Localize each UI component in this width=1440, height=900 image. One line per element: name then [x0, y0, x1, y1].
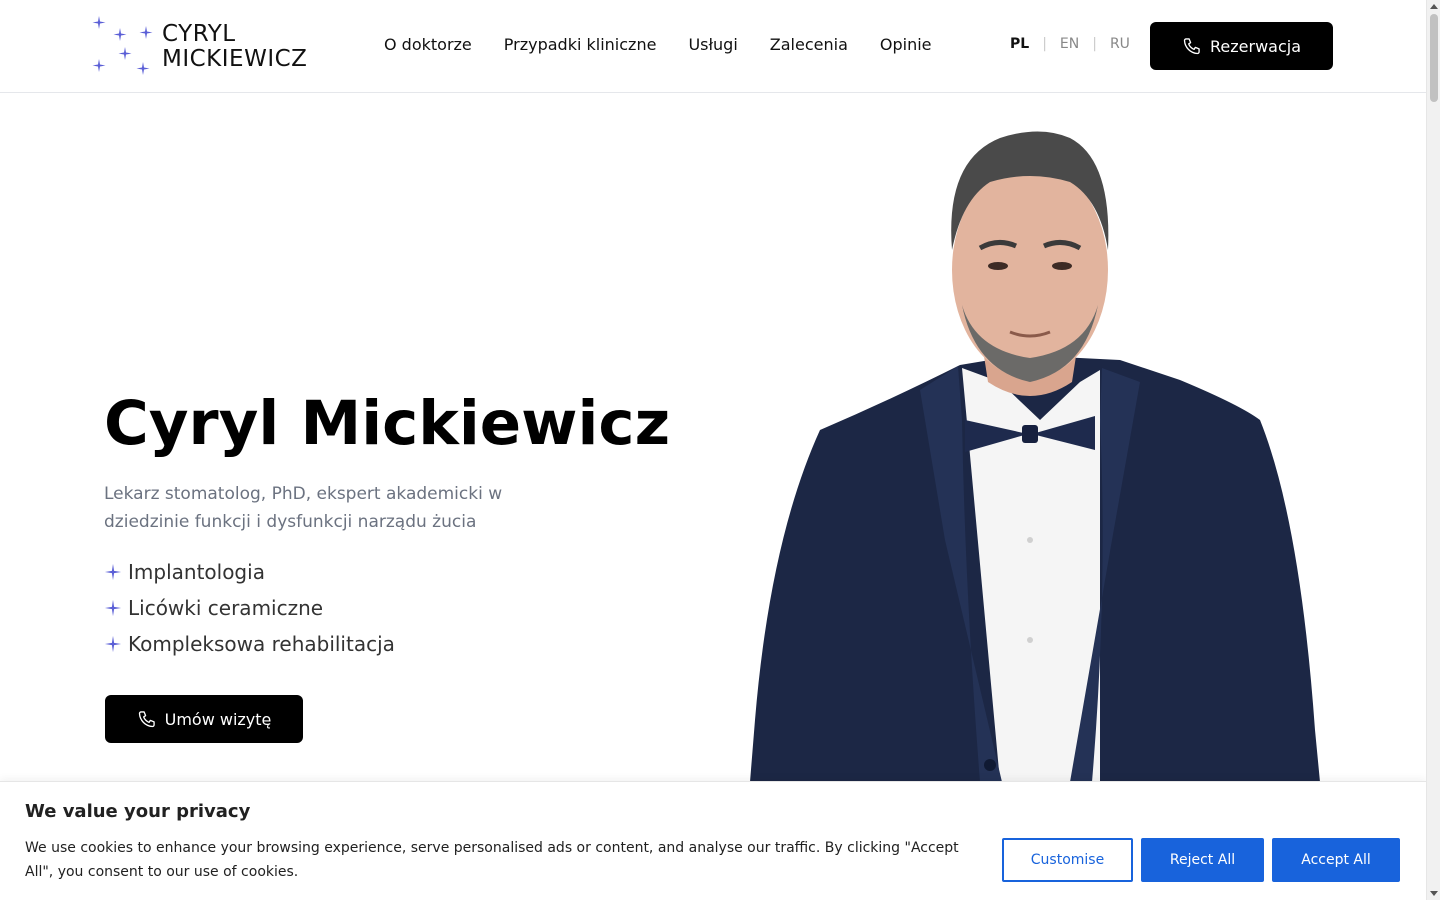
doctor-portrait	[750, 131, 1320, 782]
logo-line-2: MICKIEWICZ	[162, 46, 308, 72]
site-header: CYRYL MICKIEWICZ O doktorze Przypadki kl…	[0, 0, 1426, 93]
hero-subtitle: Lekarz stomatolog, PhD, ekspert akademic…	[104, 484, 503, 532]
nav-link-przypadki-kliniczne[interactable]: Przypadki kliniczne	[504, 34, 657, 56]
lang-pl[interactable]: PL	[1010, 36, 1029, 52]
nav-link-opinie[interactable]: Opinie	[880, 34, 932, 56]
right-eye	[1052, 262, 1072, 270]
sparkle-stars-icon	[92, 16, 153, 75]
logo-line-1: CYRYL	[162, 21, 236, 47]
jacket-button	[984, 759, 996, 771]
feature-label: Licówki ceramiczne	[128, 596, 324, 620]
cookie-title: We value your privacy	[25, 801, 251, 822]
bow-tie-knot	[1022, 425, 1038, 443]
book-visit-button[interactable]: Umów wizytę	[105, 695, 303, 743]
accept-all-button[interactable]: Accept All	[1272, 838, 1400, 882]
book-visit-label: Umów wizytę	[164, 709, 272, 729]
shirt-button	[1027, 537, 1033, 543]
list-item: Licówki ceramiczne	[104, 590, 395, 626]
feature-label: Implantologia	[128, 560, 265, 584]
scrollbar-thumb[interactable]	[1430, 14, 1438, 102]
scroll-up-arrow-icon[interactable]	[1430, 4, 1438, 9]
feature-list: Implantologia Licówki ceramiczne Komplek…	[104, 554, 395, 662]
cookie-description: We use cookies to enhance your browsing …	[25, 840, 959, 880]
lang-en[interactable]: EN	[1060, 36, 1079, 52]
reservation-button[interactable]: Rezerwacja	[1150, 22, 1333, 70]
lang-ru[interactable]: RU	[1110, 36, 1130, 52]
sparkle-icon	[104, 635, 122, 653]
list-item: Kompleksowa rehabilitacja	[104, 626, 395, 662]
hero-title: Cyryl Mickiewicz	[104, 388, 671, 459]
language-switcher: PL | EN | RU	[1010, 36, 1130, 52]
sparkle-icon	[104, 563, 122, 581]
shirt-button	[1027, 637, 1033, 643]
scroll-down-arrow-icon[interactable]	[1430, 891, 1438, 896]
left-eye	[988, 262, 1008, 270]
phone-icon	[1183, 38, 1200, 55]
reject-all-button[interactable]: Reject All	[1141, 838, 1264, 882]
feature-label: Kompleksowa rehabilitacja	[128, 632, 395, 656]
page-scrollbar[interactable]	[1426, 0, 1440, 900]
logo[interactable]: CYRYL MICKIEWICZ	[90, 14, 320, 80]
customise-button[interactable]: Customise	[1002, 838, 1133, 882]
nav-link-o-doktorze[interactable]: O doktorze	[384, 34, 472, 56]
logo-wordmark: CYRYL MICKIEWICZ	[162, 22, 307, 72]
main-nav: O doktorze Przypadki kliniczne Usługi Za…	[384, 34, 932, 56]
list-item: Implantologia	[104, 554, 395, 590]
reservation-button-label: Rezerwacja	[1210, 36, 1301, 56]
nav-link-zalecenia[interactable]: Zalecenia	[770, 34, 848, 56]
lang-divider: |	[1092, 36, 1097, 52]
phone-icon	[138, 711, 155, 728]
sparkle-icon	[104, 599, 122, 617]
nav-link-uslugi[interactable]: Usługi	[688, 34, 737, 56]
cookie-consent-banner: We value your privacy We use cookies to …	[0, 781, 1426, 900]
lang-divider: |	[1042, 36, 1047, 52]
